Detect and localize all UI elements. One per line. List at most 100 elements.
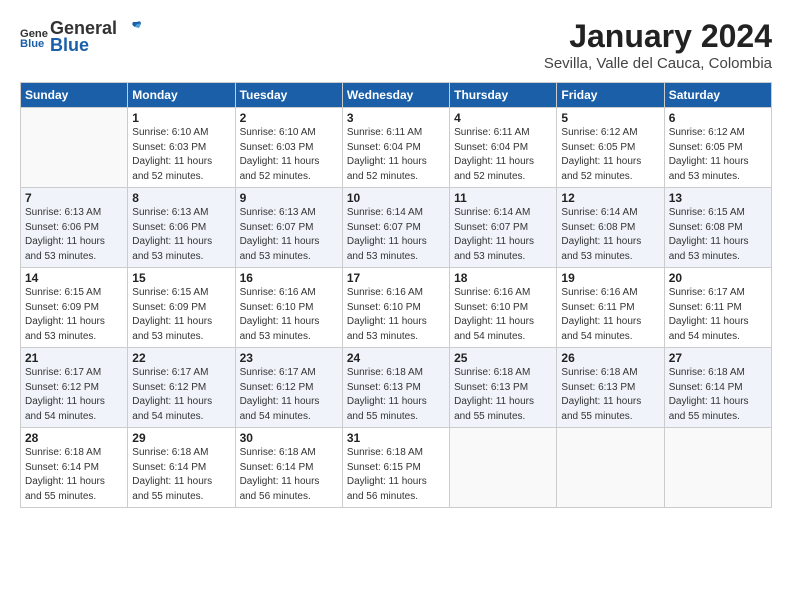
day-info: Sunrise: 6:14 AM Sunset: 6:08 PM Dayligh…: [561, 206, 659, 264]
day-cell: 25 Sunrise: 6:18 AM Sunset: 6:13 PM Dayl…: [450, 348, 557, 428]
day-cell: 9 Sunrise: 6:13 AM Sunset: 6:07 PM Dayli…: [235, 188, 342, 268]
col-tuesday: Tuesday: [235, 83, 342, 108]
title-area: January 2024 Sevilla, Valle del Cauca, C…: [544, 18, 772, 72]
day-cell: 22 Sunrise: 6:17 AM Sunset: 6:12 PM Dayl…: [128, 348, 235, 428]
day-info: Sunrise: 6:10 AM Sunset: 6:03 PM Dayligh…: [240, 126, 338, 184]
day-info: Sunrise: 6:14 AM Sunset: 6:07 PM Dayligh…: [454, 206, 552, 264]
day-cell: 3 Sunrise: 6:11 AM Sunset: 6:04 PM Dayli…: [342, 108, 449, 188]
day-info: Sunrise: 6:18 AM Sunset: 6:14 PM Dayligh…: [240, 446, 338, 504]
day-number: 26: [561, 351, 659, 365]
day-cell: 21 Sunrise: 6:17 AM Sunset: 6:12 PM Dayl…: [21, 348, 128, 428]
col-monday: Monday: [128, 83, 235, 108]
day-number: 17: [347, 271, 445, 285]
day-info: Sunrise: 6:12 AM Sunset: 6:05 PM Dayligh…: [669, 126, 767, 184]
month-title: January 2024: [544, 18, 772, 55]
day-number: 18: [454, 271, 552, 285]
day-number: 1: [132, 111, 230, 125]
day-cell: 16 Sunrise: 6:16 AM Sunset: 6:10 PM Dayl…: [235, 268, 342, 348]
day-info: Sunrise: 6:12 AM Sunset: 6:05 PM Dayligh…: [561, 126, 659, 184]
day-number: 20: [669, 271, 767, 285]
day-info: Sunrise: 6:16 AM Sunset: 6:11 PM Dayligh…: [561, 286, 659, 344]
day-number: 10: [347, 191, 445, 205]
col-thursday: Thursday: [450, 83, 557, 108]
day-number: 24: [347, 351, 445, 365]
day-number: 28: [25, 431, 123, 445]
calendar-table: Sunday Monday Tuesday Wednesday Thursday…: [20, 82, 772, 508]
day-cell: 12 Sunrise: 6:14 AM Sunset: 6:08 PM Dayl…: [557, 188, 664, 268]
day-cell: 5 Sunrise: 6:12 AM Sunset: 6:05 PM Dayli…: [557, 108, 664, 188]
day-cell: 8 Sunrise: 6:13 AM Sunset: 6:06 PM Dayli…: [128, 188, 235, 268]
day-number: 21: [25, 351, 123, 365]
logo-icon: General Blue: [20, 23, 48, 51]
day-info: Sunrise: 6:13 AM Sunset: 6:06 PM Dayligh…: [25, 206, 123, 264]
location-title: Sevilla, Valle del Cauca, Colombia: [544, 55, 772, 72]
week-row-4: 21 Sunrise: 6:17 AM Sunset: 6:12 PM Dayl…: [21, 348, 772, 428]
day-cell: 23 Sunrise: 6:17 AM Sunset: 6:12 PM Dayl…: [235, 348, 342, 428]
day-info: Sunrise: 6:17 AM Sunset: 6:12 PM Dayligh…: [240, 366, 338, 424]
day-number: 6: [669, 111, 767, 125]
week-row-3: 14 Sunrise: 6:15 AM Sunset: 6:09 PM Dayl…: [21, 268, 772, 348]
day-cell: 13 Sunrise: 6:15 AM Sunset: 6:08 PM Dayl…: [664, 188, 771, 268]
day-cell: 20 Sunrise: 6:17 AM Sunset: 6:11 PM Dayl…: [664, 268, 771, 348]
day-cell: [664, 428, 771, 508]
day-info: Sunrise: 6:16 AM Sunset: 6:10 PM Dayligh…: [240, 286, 338, 344]
day-cell: 10 Sunrise: 6:14 AM Sunset: 6:07 PM Dayl…: [342, 188, 449, 268]
day-cell: 6 Sunrise: 6:12 AM Sunset: 6:05 PM Dayli…: [664, 108, 771, 188]
day-info: Sunrise: 6:17 AM Sunset: 6:11 PM Dayligh…: [669, 286, 767, 344]
day-number: 23: [240, 351, 338, 365]
day-number: 25: [454, 351, 552, 365]
week-row-5: 28 Sunrise: 6:18 AM Sunset: 6:14 PM Dayl…: [21, 428, 772, 508]
day-cell: 29 Sunrise: 6:18 AM Sunset: 6:14 PM Dayl…: [128, 428, 235, 508]
day-cell: 24 Sunrise: 6:18 AM Sunset: 6:13 PM Dayl…: [342, 348, 449, 428]
day-cell: 1 Sunrise: 6:10 AM Sunset: 6:03 PM Dayli…: [128, 108, 235, 188]
day-number: 27: [669, 351, 767, 365]
day-number: 19: [561, 271, 659, 285]
day-cell: 17 Sunrise: 6:16 AM Sunset: 6:10 PM Dayl…: [342, 268, 449, 348]
day-cell: [557, 428, 664, 508]
header: General Blue General Blue Jan: [20, 18, 772, 72]
day-cell: 31 Sunrise: 6:18 AM Sunset: 6:15 PM Dayl…: [342, 428, 449, 508]
week-row-1: 1 Sunrise: 6:10 AM Sunset: 6:03 PM Dayli…: [21, 108, 772, 188]
day-cell: 11 Sunrise: 6:14 AM Sunset: 6:07 PM Dayl…: [450, 188, 557, 268]
day-info: Sunrise: 6:17 AM Sunset: 6:12 PM Dayligh…: [132, 366, 230, 424]
day-number: 7: [25, 191, 123, 205]
day-cell: 7 Sunrise: 6:13 AM Sunset: 6:06 PM Dayli…: [21, 188, 128, 268]
day-cell: 2 Sunrise: 6:10 AM Sunset: 6:03 PM Dayli…: [235, 108, 342, 188]
day-cell: 15 Sunrise: 6:15 AM Sunset: 6:09 PM Dayl…: [128, 268, 235, 348]
day-cell: [450, 428, 557, 508]
day-cell: 4 Sunrise: 6:11 AM Sunset: 6:04 PM Dayli…: [450, 108, 557, 188]
day-number: 8: [132, 191, 230, 205]
day-number: 2: [240, 111, 338, 125]
day-number: 11: [454, 191, 552, 205]
day-info: Sunrise: 6:18 AM Sunset: 6:14 PM Dayligh…: [25, 446, 123, 504]
day-cell: 27 Sunrise: 6:18 AM Sunset: 6:14 PM Dayl…: [664, 348, 771, 428]
day-number: 30: [240, 431, 338, 445]
day-cell: 19 Sunrise: 6:16 AM Sunset: 6:11 PM Dayl…: [557, 268, 664, 348]
col-saturday: Saturday: [664, 83, 771, 108]
bird-icon: [119, 20, 141, 38]
day-info: Sunrise: 6:18 AM Sunset: 6:13 PM Dayligh…: [347, 366, 445, 424]
day-number: 4: [454, 111, 552, 125]
day-info: Sunrise: 6:11 AM Sunset: 6:04 PM Dayligh…: [454, 126, 552, 184]
day-info: Sunrise: 6:16 AM Sunset: 6:10 PM Dayligh…: [347, 286, 445, 344]
day-info: Sunrise: 6:18 AM Sunset: 6:15 PM Dayligh…: [347, 446, 445, 504]
col-sunday: Sunday: [21, 83, 128, 108]
day-info: Sunrise: 6:10 AM Sunset: 6:03 PM Dayligh…: [132, 126, 230, 184]
day-number: 3: [347, 111, 445, 125]
svg-text:Blue: Blue: [20, 38, 44, 50]
day-info: Sunrise: 6:15 AM Sunset: 6:09 PM Dayligh…: [25, 286, 123, 344]
day-cell: 26 Sunrise: 6:18 AM Sunset: 6:13 PM Dayl…: [557, 348, 664, 428]
day-number: 29: [132, 431, 230, 445]
day-number: 5: [561, 111, 659, 125]
day-number: 12: [561, 191, 659, 205]
day-info: Sunrise: 6:18 AM Sunset: 6:13 PM Dayligh…: [454, 366, 552, 424]
day-info: Sunrise: 6:14 AM Sunset: 6:07 PM Dayligh…: [347, 206, 445, 264]
header-row: Sunday Monday Tuesday Wednesday Thursday…: [21, 83, 772, 108]
col-friday: Friday: [557, 83, 664, 108]
day-info: Sunrise: 6:17 AM Sunset: 6:12 PM Dayligh…: [25, 366, 123, 424]
page: General Blue General Blue Jan: [0, 0, 792, 518]
day-info: Sunrise: 6:15 AM Sunset: 6:08 PM Dayligh…: [669, 206, 767, 264]
day-info: Sunrise: 6:13 AM Sunset: 6:06 PM Dayligh…: [132, 206, 230, 264]
day-info: Sunrise: 6:18 AM Sunset: 6:14 PM Dayligh…: [669, 366, 767, 424]
day-number: 16: [240, 271, 338, 285]
